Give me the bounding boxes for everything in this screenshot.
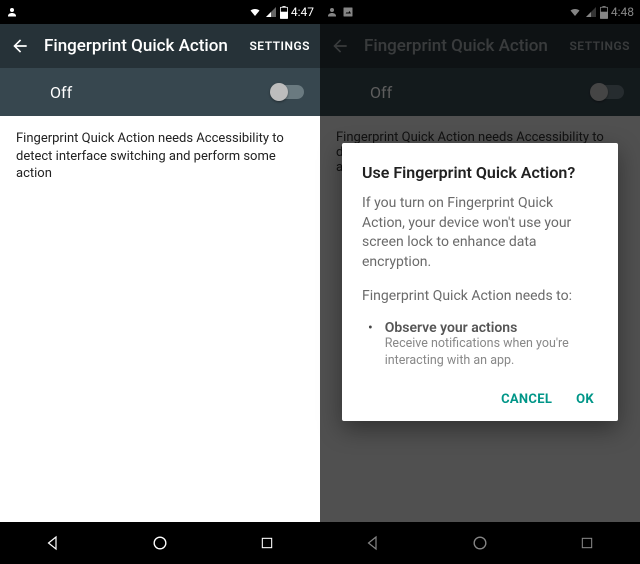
- toggle-row[interactable]: Off: [0, 68, 320, 116]
- cancel-button[interactable]: CANCEL: [501, 392, 552, 407]
- toggle-label: Off: [50, 83, 272, 102]
- nav-recent-button[interactable]: [247, 523, 287, 563]
- body-description: Fingerprint Quick Action needs Accessibi…: [0, 116, 320, 522]
- back-icon[interactable]: [10, 36, 30, 56]
- settings-button[interactable]: SETTINGS: [249, 39, 310, 53]
- dialog-scrim[interactable]: Use Fingerprint Quick Action? If you tur…: [320, 0, 640, 564]
- phone-right: 4:48 Fingerprint Quick Action SETTINGS O…: [320, 0, 640, 564]
- status-time: 4:47: [291, 5, 314, 19]
- toggle-switch[interactable]: [272, 85, 304, 99]
- navbar: [0, 522, 320, 564]
- page-title: Fingerprint Quick Action: [44, 36, 235, 56]
- permission-dialog: Use Fingerprint Quick Action? If you tur…: [342, 143, 618, 421]
- nav-home-button[interactable]: [140, 523, 180, 563]
- nav-back-button[interactable]: [33, 523, 73, 563]
- phone-left: 4:47 Fingerprint Quick Action SETTINGS O…: [0, 0, 320, 564]
- dialog-bullet: • Observe your actions Receive notificat…: [368, 320, 598, 370]
- bullet-title: Observe your actions: [385, 320, 598, 336]
- signal-icon: [265, 6, 277, 18]
- dialog-body-1: If you turn on Fingerprint Quick Action,…: [362, 194, 598, 272]
- bullet-description: Receive notifications when you're intera…: [385, 336, 598, 370]
- wifi-icon: [248, 6, 262, 18]
- ok-button[interactable]: OK: [576, 392, 594, 407]
- bullet-dot-icon: •: [368, 320, 373, 370]
- dialog-body-2: Fingerprint Quick Action needs to:: [362, 287, 598, 307]
- appbar: Fingerprint Quick Action SETTINGS: [0, 24, 320, 68]
- dialog-title: Use Fingerprint Quick Action?: [362, 163, 598, 182]
- status-bar: 4:47: [0, 0, 320, 24]
- person-icon: [6, 6, 18, 18]
- battery-icon: [280, 6, 288, 19]
